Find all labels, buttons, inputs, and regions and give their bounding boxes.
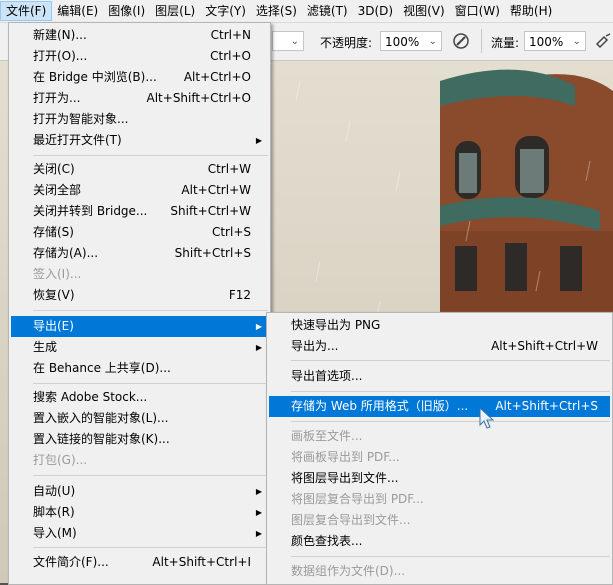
menu-separator	[33, 155, 268, 156]
menu-item-quick-export-png[interactable]: 快速导出为 PNG	[269, 315, 610, 336]
menu-item-export-as[interactable]: 导出为... Alt+Shift+Ctrl+W	[269, 336, 610, 357]
menu-item-save-as[interactable]: 存储为(A)... Shift+Ctrl+S	[11, 243, 268, 264]
menu-item-close-go-bridge[interactable]: 关闭并转到 Bridge... Shift+Ctrl+W	[11, 201, 268, 222]
menu-item-place-embedded[interactable]: 置入嵌入的智能对象(L)...	[11, 408, 268, 429]
menu-item-artboards-to-pdf: 将画板导出到 PDF...	[291, 450, 400, 464]
menu-type[interactable]: 文字(Y)	[200, 1, 251, 21]
menu-item-browse-bridge[interactable]: 在 Bridge 中浏览(B)... Alt+Ctrl+O	[11, 67, 268, 88]
mouse-cursor-icon	[479, 407, 495, 429]
menu-item-color-lookup-tables[interactable]: 颜色查找表...	[269, 531, 610, 552]
submenu-arrow-icon: ▶	[255, 508, 262, 517]
menu-item-open-smart-object[interactable]: 打开为智能对象...	[11, 109, 268, 130]
menu-separator	[291, 360, 610, 361]
opacity-value: 100%	[385, 35, 420, 49]
menu-item-export-preferences[interactable]: 导出首选项...	[269, 366, 610, 387]
menu-bar: 文件(F) 编辑(E) 图像(I) 图层(L) 文字(Y) 选择(S) 滤镜(T…	[0, 0, 613, 23]
menu-separator	[291, 421, 610, 422]
menu-item-import[interactable]: 导入(M) ▶	[11, 523, 268, 544]
menu-item-search-stock[interactable]: 搜索 Adobe Stock...	[11, 387, 268, 408]
chevron-down-icon: ⌄	[290, 36, 299, 47]
menu-separator	[291, 391, 610, 392]
menu-item-data-sets-as-files: 数据组作为文件(D)...	[291, 564, 406, 578]
menu-item-close[interactable]: 关闭(C) Ctrl+W	[11, 159, 268, 180]
menu-window[interactable]: 窗口(W)	[450, 1, 505, 21]
export-submenu: 快速导出为 PNG 导出为... Alt+Shift+Ctrl+W 导出首选项..…	[266, 312, 613, 585]
airbrush-icon[interactable]	[594, 32, 613, 50]
menu-item-layer-comps-to-pdf: 将图层复合导出到 PDF...	[291, 492, 424, 506]
menu-edit[interactable]: 编辑(E)	[52, 1, 103, 21]
menu-filter[interactable]: 滤镜(T)	[302, 1, 353, 21]
menu-item-save-for-web[interactable]: 存储为 Web 所用格式（旧版）... Alt+Shift+Ctrl+S	[269, 396, 610, 417]
chevron-down-icon: ⌄	[572, 36, 581, 47]
file-menu: 新建(N)... Ctrl+N 打开(O)... Ctrl+O 在 Bridge 中…	[8, 22, 271, 585]
menu-separator	[33, 310, 268, 311]
chevron-down-icon: ⌄	[428, 36, 437, 47]
menu-item-share-behance[interactable]: 在 Behance 上共享(D)...	[11, 358, 268, 379]
opacity-label: 不透明度:	[320, 36, 373, 50]
menu-item-recent-files[interactable]: 最近打开文件(T) ▶	[11, 130, 268, 151]
menu-file[interactable]: 文件(F)	[0, 1, 53, 21]
menu-item-artboards-to-files: 画板至文件...	[291, 429, 363, 443]
menu-item-check-in: 签入(I)...	[33, 267, 82, 281]
menu-item-automate[interactable]: 自动(U) ▶	[11, 481, 268, 502]
menu-item-generate[interactable]: 生成 ▶	[11, 337, 268, 358]
menu-item-file-info[interactable]: 文件简介(F)... Alt+Shift+Ctrl+I	[11, 552, 268, 573]
menu-item-place-linked[interactable]: 置入链接的智能对象(K)...	[11, 429, 268, 450]
submenu-arrow-icon: ▶	[255, 322, 262, 331]
menu-separator	[33, 475, 268, 476]
menu-help[interactable]: 帮助(H)	[505, 1, 557, 21]
submenu-arrow-icon: ▶	[255, 343, 262, 352]
menu-3d[interactable]: 3D(D)	[353, 1, 398, 21]
menu-item-close-all[interactable]: 关闭全部 Alt+Ctrl+W	[11, 180, 268, 201]
submenu-arrow-icon: ▶	[255, 136, 262, 145]
flow-value: 100%	[529, 35, 564, 49]
menu-separator	[33, 383, 268, 384]
menu-image[interactable]: 图像(I)	[103, 1, 150, 21]
flow-input[interactable]: 100% ⌄	[524, 31, 586, 51]
menu-item-layers-to-files[interactable]: 将图层导出到文件...	[269, 468, 610, 489]
pressure-opacity-icon[interactable]	[452, 32, 470, 50]
menu-item-open-as[interactable]: 打开为... Alt+Shift+Ctrl+O	[11, 88, 268, 109]
submenu-arrow-icon: ▶	[255, 487, 262, 496]
menu-select[interactable]: 选择(S)	[251, 1, 302, 21]
menu-item-open[interactable]: 打开(O)... Ctrl+O	[11, 46, 268, 67]
menu-item-scripts[interactable]: 脚本(R) ▶	[11, 502, 268, 523]
menu-item-new[interactable]: 新建(N)... Ctrl+N	[11, 25, 268, 46]
separator	[481, 29, 482, 53]
menu-item-save[interactable]: 存储(S) Ctrl+S	[11, 222, 268, 243]
menu-item-layer-comps-to-files: 图层复合导出到文件...	[291, 513, 411, 527]
menu-item-export[interactable]: 导出(E) ▶	[11, 316, 268, 337]
menu-item-revert[interactable]: 恢复(V) F12	[11, 285, 268, 306]
submenu-arrow-icon: ▶	[255, 529, 262, 538]
opacity-input[interactable]: 100% ⌄	[380, 31, 442, 51]
menu-separator	[291, 556, 610, 557]
menu-layer[interactable]: 图层(L)	[150, 1, 200, 21]
menu-separator	[33, 547, 268, 548]
mode-dropdown[interactable]: ⌄	[272, 31, 304, 51]
flow-label: 流量:	[491, 36, 520, 50]
menu-item-package: 打包(G)...	[33, 453, 88, 467]
menu-view[interactable]: 视图(V)	[398, 1, 450, 21]
